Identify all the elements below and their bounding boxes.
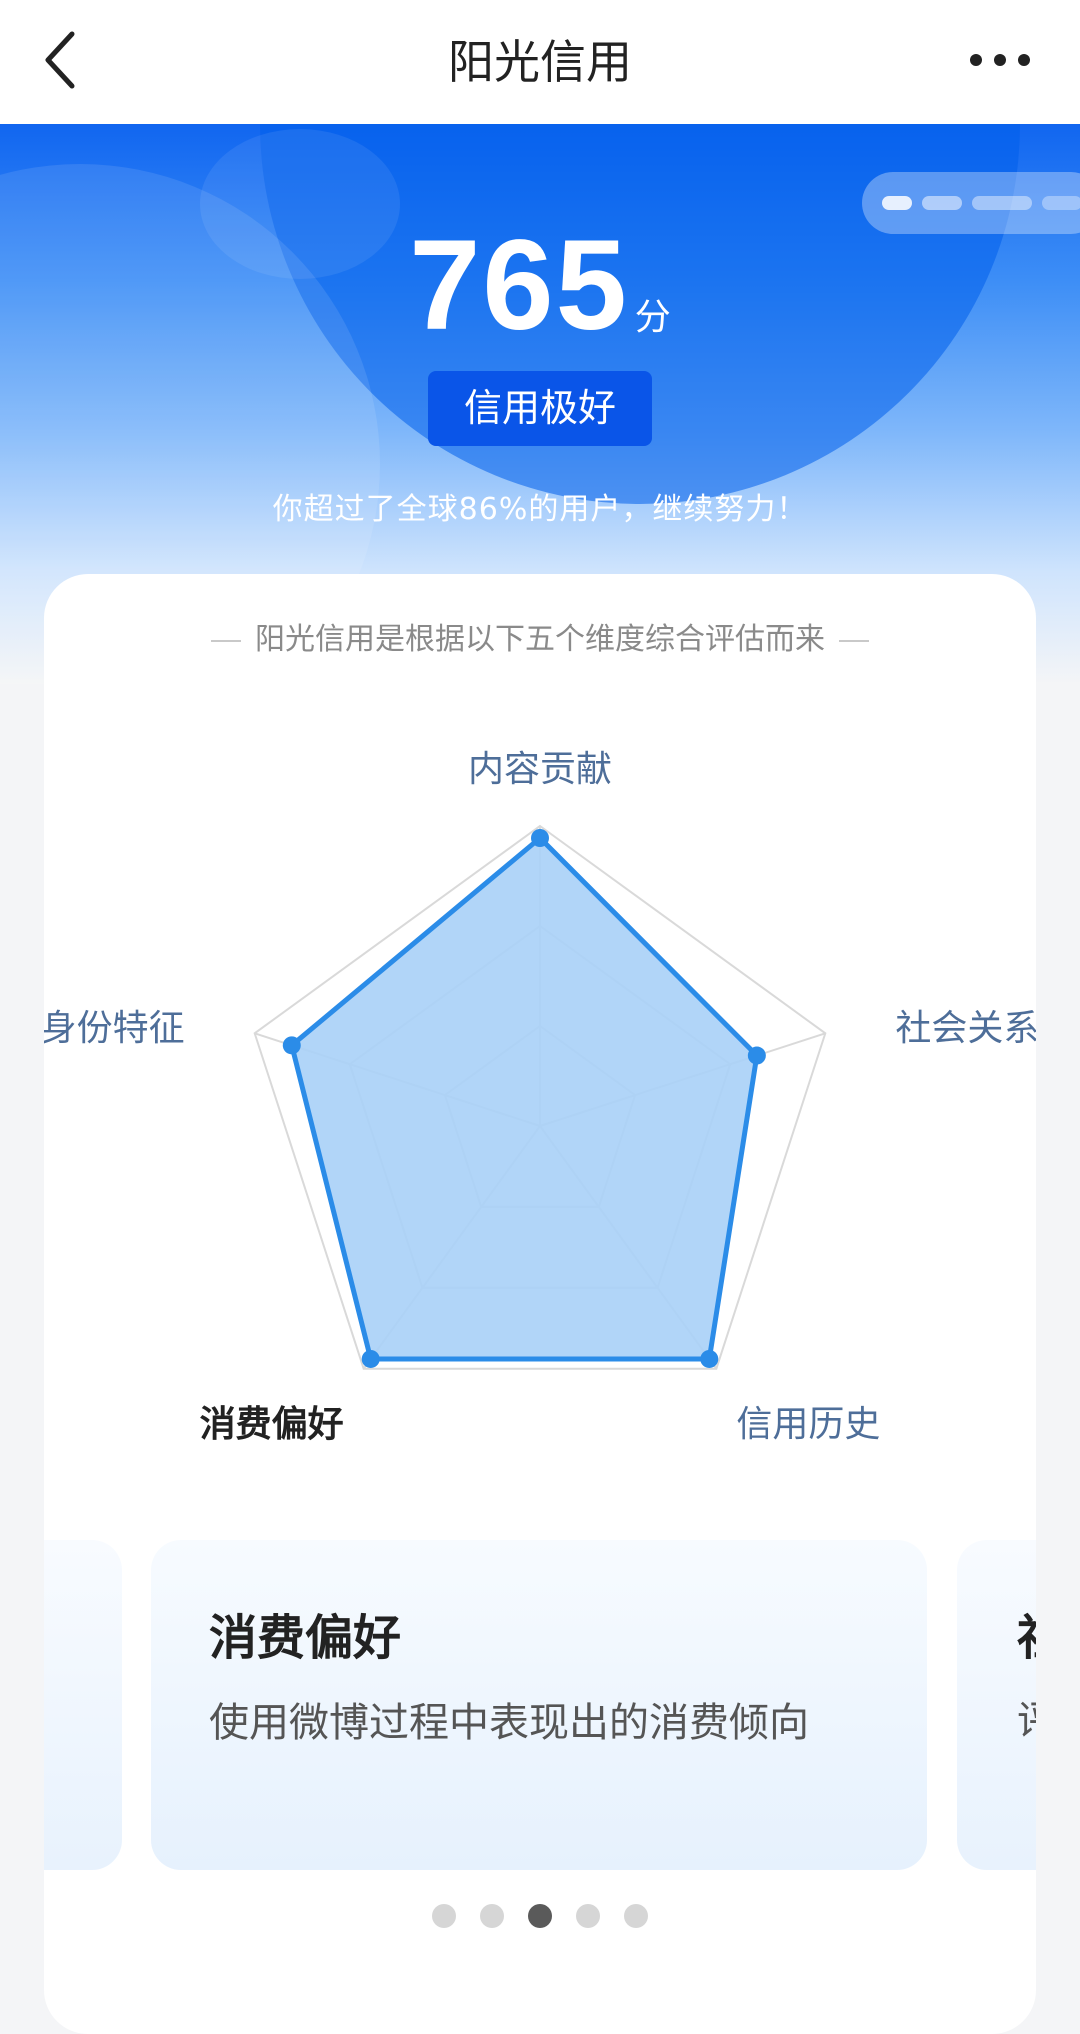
dimension-carousel[interactable]: 消费偏好 使用微博过程中表现出的消费倾向 社会关系 评估用户在微博上的社交关系网… (44, 1540, 1036, 1870)
pagination-dot[interactable] (576, 1904, 600, 1928)
slide-title: 消费偏好 (209, 1610, 402, 1666)
page-title: 阳光信用 (448, 35, 632, 89)
radar-point-4 (282, 1036, 301, 1055)
more-button[interactable] (950, 30, 1050, 90)
more-dots-icon (970, 54, 982, 66)
score-value: 765 (409, 214, 629, 357)
pagination-dot[interactable] (480, 1904, 504, 1928)
radar-axis-label-0[interactable]: 内容贡献 (440, 740, 640, 792)
pagination-dot[interactable] (624, 1904, 648, 1928)
slide-title: 社会关系 (1017, 1598, 1036, 1668)
radar-point-0 (531, 829, 549, 847)
radar-point-2 (700, 1349, 719, 1368)
score-unit: 分 (634, 297, 671, 338)
carousel-slide-next[interactable]: 社会关系 评估用户在微博上的社交关系网络注 (957, 1540, 1036, 1870)
radar-axis-label-4[interactable]: 身份特征 (44, 999, 185, 1051)
dimension-card: 阳光信用是根据以下五个维度综合评估而来 内容贡献 社会关系 信用历史 消费偏好 身份特征… (44, 574, 1036, 2034)
credit-level-badge[interactable]: 信用极好 (428, 371, 652, 446)
radar-axis-label-3[interactable]: 消费偏好 (144, 1395, 344, 1447)
back-button[interactable] (30, 28, 90, 92)
slide-desc: 评估用户在微博上的社交关系网络注 (1017, 1690, 1036, 1752)
credit-score: 765 分 (0, 212, 1080, 359)
radar-point-3 (361, 1349, 380, 1368)
radar-series-area (289, 835, 760, 1362)
carousel-slide-current[interactable]: 消费偏好 使用微博过程中表现出的消费倾向 (151, 1540, 927, 1870)
nav-bar: 阳光信用 (0, 0, 1080, 124)
radar-axis-label-1[interactable]: 社会关系 (895, 999, 1036, 1051)
pagination-dot[interactable] (528, 1904, 552, 1928)
carousel-pagination (44, 1904, 1036, 1934)
slide-desc: 使用微博过程中表现出的消费倾向 (209, 1700, 809, 1746)
carousel-slide-prev[interactable] (44, 1540, 122, 1870)
radar-point-1 (747, 1046, 766, 1065)
pagination-dot[interactable] (432, 1904, 456, 1928)
score-tip: 你超过了全球86%的用户，继续努力！ (272, 492, 808, 527)
chevron-left-icon (45, 31, 75, 89)
radar-axis-label-2[interactable]: 信用历史 (736, 1395, 936, 1447)
